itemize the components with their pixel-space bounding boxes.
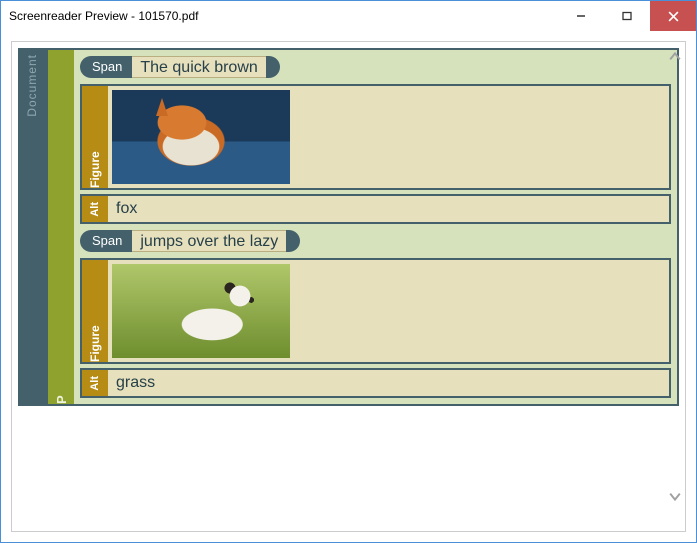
document-panel: Document P Span The quick brown Figure xyxy=(12,42,685,412)
span-row-2: Span jumps over the lazy xyxy=(80,228,671,254)
client-area: Document P Span The quick brown Figure xyxy=(1,31,696,542)
alt-box-2: Alt grass xyxy=(80,368,671,398)
minimize-button[interactable] xyxy=(558,1,604,31)
paragraph-rail: P xyxy=(48,50,74,404)
figure-box-1: Figure xyxy=(80,84,671,190)
figure-body-1 xyxy=(108,86,669,188)
figure-box-2: Figure xyxy=(80,258,671,364)
figure-label: Figure xyxy=(88,92,102,188)
preview-panel: Document P Span The quick brown Figure xyxy=(11,41,686,532)
scrollbar[interactable] xyxy=(667,50,683,507)
figure-body-2 xyxy=(108,260,669,362)
alt-rail: Alt xyxy=(82,196,108,222)
alt-label: Alt xyxy=(89,376,101,391)
window-titlebar: Screenreader Preview - 101570.pdf xyxy=(1,1,696,31)
window-buttons xyxy=(558,1,696,31)
span-end-cap xyxy=(286,230,300,252)
figure-image-dog xyxy=(112,264,290,358)
window-title: Screenreader Preview - 101570.pdf xyxy=(9,9,558,23)
figure-rail: Figure xyxy=(82,260,108,362)
figure-label: Figure xyxy=(88,266,102,362)
span-tag-badge: Span xyxy=(80,230,132,252)
alt-text-2: grass xyxy=(108,370,669,396)
paragraph-label: P xyxy=(54,56,69,404)
span-text-2: jumps over the lazy xyxy=(132,230,286,252)
maximize-button[interactable] xyxy=(604,1,650,31)
scroll-down-icon[interactable] xyxy=(669,489,681,507)
figure-rail: Figure xyxy=(82,86,108,188)
close-button[interactable] xyxy=(650,1,696,31)
alt-rail: Alt xyxy=(82,370,108,396)
alt-box-1: Alt fox xyxy=(80,194,671,224)
span-text-1: The quick brown xyxy=(132,56,265,78)
figure-image-fox xyxy=(112,90,290,184)
paragraph-panel: P Span The quick brown Figure xyxy=(46,48,679,406)
span-end-cap xyxy=(266,56,280,78)
document-label: Document xyxy=(25,54,39,117)
scroll-up-icon[interactable] xyxy=(669,50,681,68)
paragraph-body: Span The quick brown Figure xyxy=(74,50,677,404)
span-tag-badge: Span xyxy=(80,56,132,78)
document-rail: Document xyxy=(18,48,46,406)
span-row-1: Span The quick brown xyxy=(80,54,671,80)
alt-text-1: fox xyxy=(108,196,669,222)
alt-label: Alt xyxy=(89,202,101,217)
